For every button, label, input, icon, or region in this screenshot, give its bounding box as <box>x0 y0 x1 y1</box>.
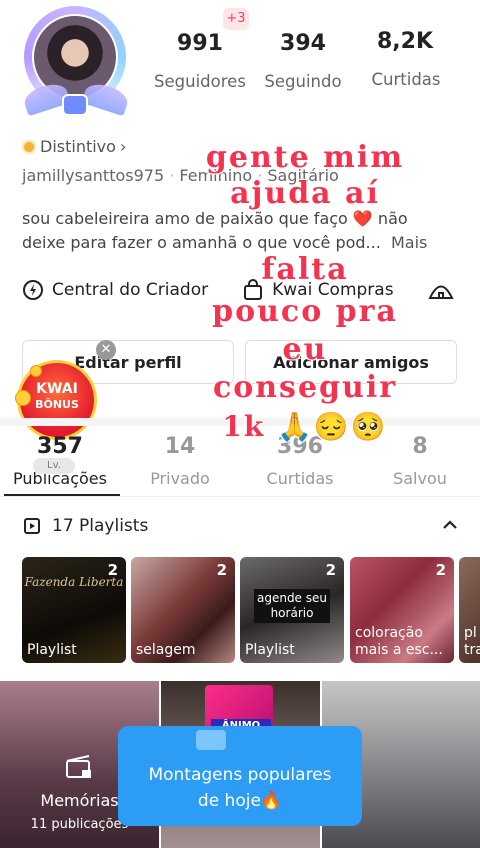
playlist-card[interactable]: pl tra <box>459 557 480 663</box>
notification-plus-badge[interactable]: +3 <box>223 8 249 30</box>
playlist-card-title: agende seu horário <box>254 589 330 623</box>
tab-likes-label: Curtidas <box>266 469 334 488</box>
playlist-card[interactable]: 2 selagem <box>131 557 235 663</box>
bio-more-link[interactable]: Mais <box>391 233 427 252</box>
overlay-text-line-4: pouco pra <box>212 294 398 329</box>
popular-montages-card[interactable]: Montagens populares de hoje🔥 <box>118 726 362 826</box>
clapperboard-icon <box>66 755 91 778</box>
playlist-count: 2 <box>435 561 446 579</box>
playlists-header-label: 17 Playlists <box>52 516 149 536</box>
username: jamillysanttos975 <box>22 166 165 185</box>
following-label[interactable]: Seguindo <box>253 72 353 91</box>
tab-publications-count: 357 <box>37 434 83 459</box>
playlist-card[interactable]: 2 coloração mais a esc... <box>350 557 454 663</box>
followers-count[interactable]: 991 <box>160 31 240 56</box>
chevron-up-icon[interactable] <box>441 518 459 532</box>
bio: sou cabeleireira amo de paixão que faço … <box>22 207 462 255</box>
overlay-text-line-6: conseguir <box>212 370 398 405</box>
playlist-caption: coloração mais a esc... <box>355 625 443 658</box>
kwai-bonus-line1: KWAI <box>36 381 78 397</box>
avatar[interactable] <box>18 4 133 119</box>
avatar-badge-icon <box>62 94 88 116</box>
following-count[interactable]: 394 <box>263 31 343 56</box>
likes-count[interactable]: 8,2K <box>365 29 445 54</box>
tab-private-label: Privado <box>150 469 210 488</box>
tabs-divider <box>0 496 480 497</box>
playlist-caption: selagem <box>136 642 196 658</box>
playlists-header[interactable]: 17 Playlists <box>22 516 148 536</box>
lightning-pin-icon <box>23 280 43 300</box>
heart-icon: ❤️ <box>352 209 373 228</box>
badge-label: Distintivo <box>40 137 116 156</box>
overlay-text-line-7: 1k 🙏😔🥺 <box>222 410 388 443</box>
bio-line-1-end: não <box>372 209 408 228</box>
playlist-caption: Playlist <box>245 642 295 658</box>
playlist-caption: pl tra <box>464 625 480 658</box>
likes-label[interactable]: Curtidas <box>356 70 456 89</box>
coin-icon <box>15 390 31 406</box>
popular-line-2: de hoje🔥 <box>197 791 283 811</box>
image-icon <box>196 730 226 750</box>
bio-line-2: deixe para fazer o amanhã o que você pod… <box>22 233 381 252</box>
playlist-count: 2 <box>107 561 118 579</box>
coin-icon <box>30 365 42 377</box>
playlist-count: 2 <box>325 561 336 579</box>
tab-saved-label: Salvou <box>393 469 447 488</box>
level-badge: Lv. <box>33 458 75 474</box>
badge-link[interactable]: Distintivo › <box>22 137 126 156</box>
close-icon[interactable]: ✕ <box>96 340 116 360</box>
playlist-icon <box>24 518 40 534</box>
chevron-right-icon: › <box>119 137 127 156</box>
badge-icon <box>22 139 36 154</box>
bio-line-1: sou cabeleireira amo de paixão que faço <box>22 209 353 228</box>
playlist-count: 2 <box>216 561 227 579</box>
popular-line-1: Montagens populares <box>148 765 332 785</box>
playlist-card[interactable]: agende seu horário 2 Playlist <box>240 557 344 663</box>
overlay-text-line-2: ajuda aí <box>230 176 380 211</box>
overlay-text-line-5: eu <box>282 332 328 367</box>
avatar-wing-right <box>81 79 131 117</box>
followers-label[interactable]: Seguidores <box>145 72 255 91</box>
kwai-bonus-line2: BÔNUS <box>35 398 79 411</box>
playlist-card[interactable]: Fazenda Liberta 2 Playlist <box>22 557 126 663</box>
overlay-text-line-3: falta <box>261 252 349 287</box>
playlist-caption: Playlist <box>27 642 77 658</box>
overlay-text-line-1: gente mim <box>205 140 405 175</box>
